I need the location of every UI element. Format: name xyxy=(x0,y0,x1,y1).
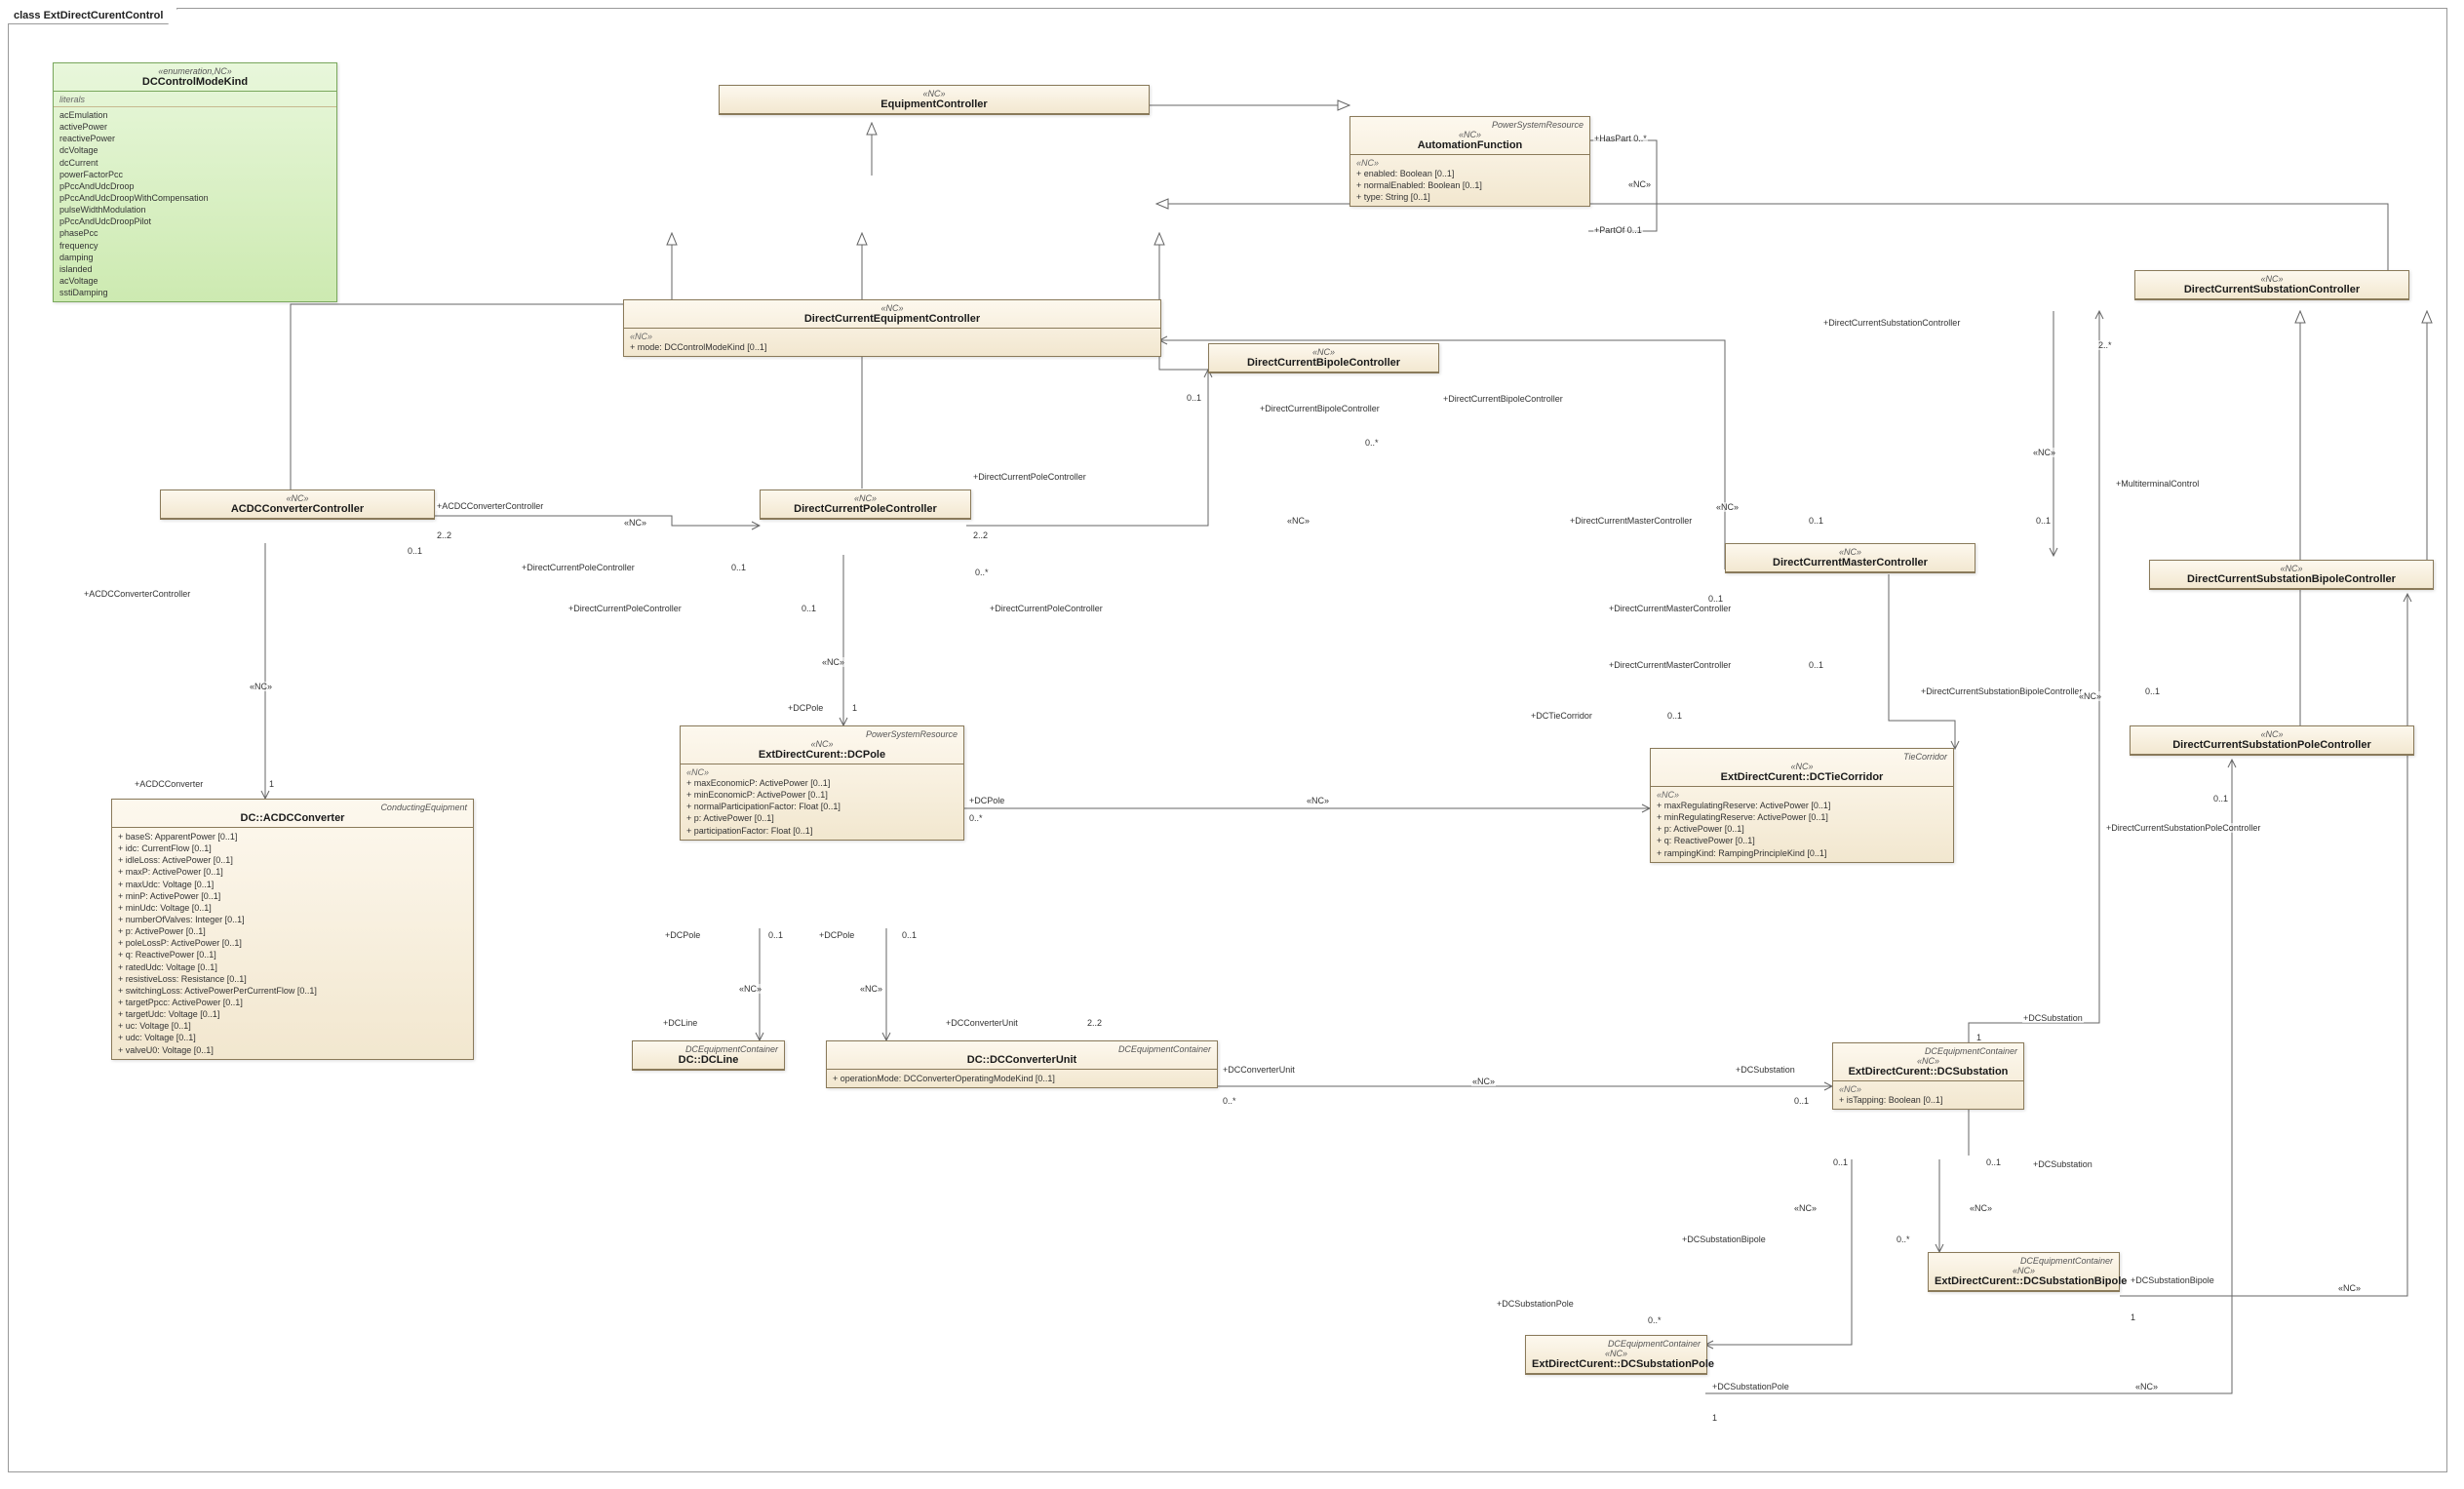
lbl-partof: +PartOf 0..1 xyxy=(1593,225,1643,235)
attribute-row: pulseWidthModulation xyxy=(59,204,331,216)
class-dc-tie-corridor: TieCorridor «NC» ExtDirectCurent::DCTieC… xyxy=(1650,748,1954,863)
class-dc-line: DCEquipmentContainer DC::DCLine xyxy=(632,1040,785,1071)
attribute-row: dcCurrent xyxy=(59,157,331,169)
attribute-row: + numberOfValves: Integer [0..1] xyxy=(118,914,467,925)
attribute-row: + valveU0: Voltage [0..1] xyxy=(118,1044,467,1056)
attribute-row: islanded xyxy=(59,263,331,275)
attribute-row: sstiDamping xyxy=(59,287,331,298)
attribute-row: + idleLoss: ActivePower [0..1] xyxy=(118,854,467,866)
class-acdc-converter: ConductingEquipment DC::ACDCConverter + … xyxy=(111,799,474,1060)
class-dc-substation-controller: «NC» DirectCurrentSubstationController xyxy=(2134,270,2409,300)
attribute-row: phasePcc xyxy=(59,227,331,239)
attribute-row: + baseS: ApparentPower [0..1] xyxy=(118,831,467,842)
class-dc-pole-controller: «NC» DirectCurrentPoleController xyxy=(760,490,971,520)
class-dc-equipment-controller: «NC» DirectCurrentEquipmentController «N… xyxy=(623,299,1161,357)
attribute-row: + poleLossP: ActivePower [0..1] xyxy=(118,937,467,949)
attribute-row: + resistiveLoss: Resistance [0..1] xyxy=(118,973,467,985)
attribute-row: + type: String [0..1] xyxy=(1356,191,1584,203)
class-dc-control-mode-kind: «enumeration,NC» DCControlModeKind liter… xyxy=(53,62,337,302)
attribute-row: + maxRegulatingReserve: ActivePower [0..… xyxy=(1657,800,1947,811)
attribute-row: reactivePower xyxy=(59,133,331,144)
attribute-row: + targetUdc: Voltage [0..1] xyxy=(118,1008,467,1020)
attribute-row: + udc: Voltage [0..1] xyxy=(118,1032,467,1043)
attribute-row: + normalParticipationFactor: Float [0..1… xyxy=(686,801,958,812)
attribute-row: powerFactorPcc xyxy=(59,169,331,180)
attribute-row: + p: ActivePower [0..1] xyxy=(118,925,467,937)
class-name: DCControlModeKind xyxy=(59,76,331,88)
attribute-row: + operationMode: DCConverterOperatingMod… xyxy=(833,1073,1211,1084)
frame-title: class ExtDirectCurentControl xyxy=(8,8,177,24)
lbl-haspart: +HasPart 0..* xyxy=(1593,134,1648,143)
class-equipment-controller: «NC» EquipmentController xyxy=(719,85,1150,115)
class-dc-substation-bipole: DCEquipmentContainer «NC» ExtDirectCuren… xyxy=(1928,1252,2120,1292)
attribute-row: pPccAndUdcDroopWithCompensation xyxy=(59,192,331,204)
attribute-row: + enabled: Boolean [0..1] xyxy=(1356,168,1584,179)
attribute-row: dcVoltage xyxy=(59,144,331,156)
attribute-row: + rampingKind: RampingPrincipleKind [0..… xyxy=(1657,847,1947,859)
attribute-row: activePower xyxy=(59,121,331,133)
attribute-row: + minRegulatingReserve: ActivePower [0..… xyxy=(1657,811,1947,823)
class-dc-converter-unit: DCEquipmentContainer DC::DCConverterUnit… xyxy=(826,1040,1218,1088)
class-dc-substation: DCEquipmentContainer «NC» ExtDirectCuren… xyxy=(1832,1042,2024,1110)
attribute-row: acEmulation xyxy=(59,109,331,121)
class-dc-master-controller: «NC» DirectCurrentMasterController xyxy=(1725,543,1975,573)
attribute-row: + p: ActivePower [0..1] xyxy=(686,812,958,824)
stereotype: «enumeration,NC» xyxy=(59,66,331,76)
attribute-row: + maxEconomicP: ActivePower [0..1] xyxy=(686,777,958,789)
attribute-row: pPccAndUdcDroopPilot xyxy=(59,216,331,227)
class-dc-substation-pole-controller: «NC» DirectCurrentSubstationPoleControll… xyxy=(2130,725,2414,756)
attribute-row: + uc: Voltage [0..1] xyxy=(118,1020,467,1032)
attribute-row: + participationFactor: Float [0..1] xyxy=(686,825,958,837)
attribute-row: + mode: DCControlModeKind [0..1] xyxy=(630,341,1154,353)
attribute-row: + minUdc: Voltage [0..1] xyxy=(118,902,467,914)
diagram-frame: class ExtDirectCurentControl xyxy=(8,8,2447,1472)
attribute-row: + minP: ActivePower [0..1] xyxy=(118,890,467,902)
attribute-row: + isTapping: Boolean [0..1] xyxy=(1839,1094,2017,1106)
attribute-row: acVoltage xyxy=(59,275,331,287)
attribute-row: frequency xyxy=(59,240,331,252)
attribute-row: damping xyxy=(59,252,331,263)
attribute-row: + q: ReactivePower [0..1] xyxy=(1657,835,1947,846)
class-dc-substation-pole: DCEquipmentContainer «NC» ExtDirectCuren… xyxy=(1525,1335,1707,1375)
attribute-row: + maxUdc: Voltage [0..1] xyxy=(118,879,467,890)
attribute-row: + p: ActivePower [0..1] xyxy=(1657,823,1947,835)
attribute-row: + ratedUdc: Voltage [0..1] xyxy=(118,961,467,973)
class-automation-function: PowerSystemResource «NC» AutomationFunct… xyxy=(1349,116,1590,207)
attribute-row: + minEconomicP: ActivePower [0..1] xyxy=(686,789,958,801)
attribute-row: + targetPpcc: ActivePower [0..1] xyxy=(118,997,467,1008)
attribute-row: + idc: CurrentFlow [0..1] xyxy=(118,842,467,854)
attribute-row: + normalEnabled: Boolean [0..1] xyxy=(1356,179,1584,191)
class-dc-pole: PowerSystemResource «NC» ExtDirectCurent… xyxy=(680,725,964,841)
class-dc-bipole-controller: «NC» DirectCurrentBipoleController xyxy=(1208,343,1439,373)
attribute-row: + maxP: ActivePower [0..1] xyxy=(118,866,467,878)
class-acdc-converter-controller: «NC» ACDCConverterController xyxy=(160,490,435,520)
class-dc-substation-bipole-controller: «NC» DirectCurrentSubstationBipoleContro… xyxy=(2149,560,2434,590)
attribute-row: + switchingLoss: ActivePowerPerCurrentFl… xyxy=(118,985,467,997)
attribute-row: + q: ReactivePower [0..1] xyxy=(118,949,467,960)
attribute-row: pPccAndUdcDroop xyxy=(59,180,331,192)
